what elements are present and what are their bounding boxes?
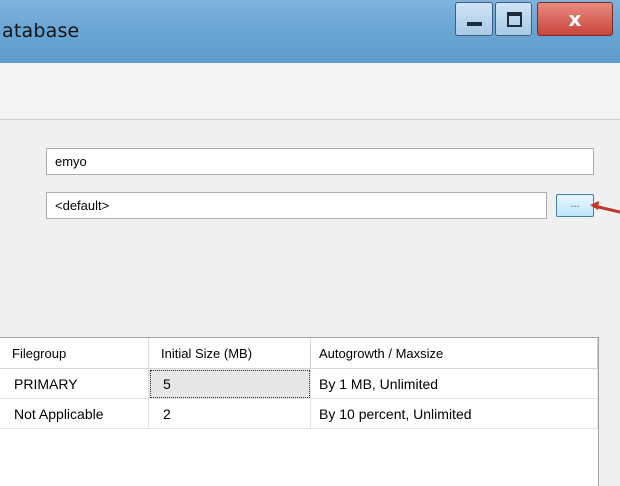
maximize-button[interactable] [495, 2, 532, 36]
grid-header: Filegroup Initial Size (MB) Autogrowth /… [0, 338, 598, 369]
owner-input[interactable]: <default> [46, 192, 547, 219]
maximize-icon [507, 12, 522, 27]
filegroup-cell[interactable]: PRIMARY [0, 369, 149, 399]
initial-size-cell[interactable]: 5 [149, 369, 311, 399]
autogrowth-cell[interactable]: By 10 percent, Unlimited [311, 399, 598, 429]
minimize-button[interactable] [455, 2, 493, 36]
minimize-icon [467, 22, 482, 26]
column-header-autogrowth[interactable]: Autogrowth / Maxsize [311, 338, 598, 368]
annotation-arrow [590, 201, 620, 214]
toolbar-strip [0, 63, 620, 120]
close-button[interactable]: x [537, 2, 613, 36]
database-files-grid[interactable]: Filegroup Initial Size (MB) Autogrowth /… [0, 337, 599, 486]
close-icon: x [568, 7, 582, 31]
table-row[interactable]: PRIMARY 5 By 1 MB, Unlimited [0, 369, 598, 399]
column-header-initial-size[interactable]: Initial Size (MB) [149, 338, 311, 368]
initial-size-cell[interactable]: 2 [149, 399, 311, 429]
autogrowth-cell[interactable]: By 1 MB, Unlimited [311, 369, 598, 399]
browse-owner-button[interactable]: ... [556, 194, 594, 217]
window-title: atabase [2, 20, 80, 42]
table-row[interactable]: Not Applicable 2 By 10 percent, Unlimite… [0, 399, 598, 429]
column-header-filegroup[interactable]: Filegroup [0, 338, 149, 368]
filegroup-cell[interactable]: Not Applicable [0, 399, 149, 429]
window-titlebar[interactable]: atabase x [0, 0, 620, 63]
database-name-input[interactable]: emyo [46, 148, 594, 175]
